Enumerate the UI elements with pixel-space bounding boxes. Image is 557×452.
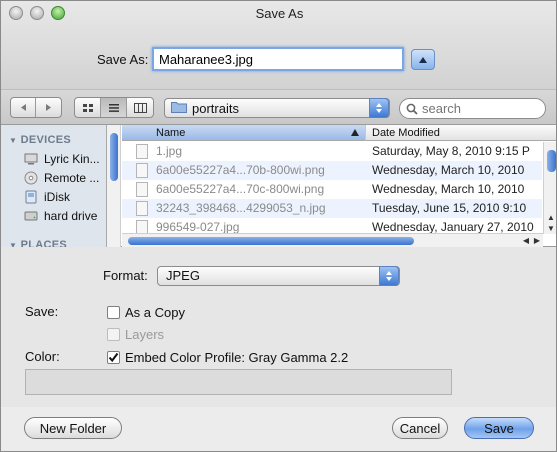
as-a-copy-checkbox[interactable]: As a Copy bbox=[107, 304, 185, 320]
file-list-vertical-scrollbar[interactable]: ▲ ▼ bbox=[543, 142, 556, 234]
scroll-right-icon[interactable]: ▶ bbox=[534, 236, 540, 245]
idisk-icon bbox=[23, 190, 39, 204]
info-box bbox=[25, 369, 452, 395]
save-label: Save: bbox=[25, 304, 59, 319]
sidebar-item-remote[interactable]: Remote ... bbox=[23, 169, 99, 187]
checkbox-box bbox=[107, 327, 120, 341]
column-view-button[interactable] bbox=[127, 98, 153, 117]
sidebar-section-devices[interactable]: ▼ DEVICES bbox=[9, 134, 71, 146]
horizontal-scroll-thumb[interactable] bbox=[128, 237, 414, 245]
grid-icon bbox=[82, 103, 93, 112]
cancel-button[interactable]: Cancel bbox=[392, 417, 448, 439]
back-button[interactable] bbox=[11, 98, 36, 117]
hard-drive-icon bbox=[23, 209, 39, 223]
forward-arrow-icon bbox=[46, 104, 51, 111]
sidebar-scroll-thumb[interactable] bbox=[110, 133, 118, 181]
forward-button[interactable] bbox=[36, 98, 61, 117]
sidebar-item-hard-drive[interactable]: hard drive bbox=[23, 207, 97, 225]
checkmark-icon bbox=[108, 352, 119, 362]
history-nav bbox=[10, 97, 62, 118]
sidebar-scrollbar[interactable] bbox=[107, 125, 121, 247]
color-label: Color: bbox=[25, 349, 60, 364]
vertical-scroll-thumb[interactable] bbox=[547, 150, 556, 172]
format-label: Format: bbox=[103, 268, 148, 283]
checkbox-box bbox=[107, 350, 120, 364]
icon-view-button[interactable] bbox=[75, 98, 101, 117]
file-icon bbox=[136, 201, 148, 216]
location-popup-arrows bbox=[369, 98, 389, 118]
folder-icon bbox=[171, 101, 187, 116]
sidebar: ▼ DEVICES Lyric Kin... Remote ... iDisk bbox=[1, 125, 107, 247]
list-icon bbox=[108, 103, 119, 112]
format-popup[interactable]: JPEG bbox=[157, 266, 400, 286]
file-list: Name Date Modified 1.jpg Saturday, May 8… bbox=[122, 125, 556, 247]
scroll-up-icon[interactable]: ▲ bbox=[547, 213, 555, 222]
location-popup[interactable]: portraits bbox=[164, 98, 390, 118]
title-bar: Save As bbox=[1, 1, 556, 27]
file-icon bbox=[136, 144, 148, 159]
location-label: portraits bbox=[192, 100, 239, 116]
sidebar-item-lyric[interactable]: Lyric Kin... bbox=[23, 150, 100, 168]
column-header-date[interactable]: Date Modified bbox=[366, 125, 556, 141]
updown-arrows-icon bbox=[376, 103, 382, 113]
table-row[interactable]: 6a00e55227a4...70b-800wi.png Wednesday, … bbox=[122, 161, 542, 180]
scroll-left-icon[interactable]: ◀ bbox=[523, 236, 529, 245]
file-icon bbox=[136, 163, 148, 178]
disc-icon bbox=[23, 171, 39, 185]
scroll-down-icon[interactable]: ▼ bbox=[547, 224, 555, 233]
save-options-panel: Format: JPEG Save: As a Copy Layers Colo… bbox=[1, 247, 556, 407]
sort-ascending-icon bbox=[351, 129, 359, 136]
sidebar-item-idisk[interactable]: iDisk bbox=[23, 188, 70, 206]
columns-icon bbox=[133, 102, 147, 113]
file-icon bbox=[136, 182, 148, 197]
save-button[interactable]: Save bbox=[464, 417, 534, 439]
search-input[interactable] bbox=[422, 101, 537, 116]
table-row[interactable]: 6a00e55227a4...70c-800wi.png Wednesday, … bbox=[122, 180, 542, 199]
format-value: JPEG bbox=[166, 268, 200, 283]
search-field[interactable] bbox=[399, 98, 546, 119]
table-row[interactable]: 32243_398468...4299053_n.jpg Tuesday, Ju… bbox=[122, 199, 542, 218]
checkbox-box bbox=[107, 305, 120, 319]
file-browser: ▼ DEVICES Lyric Kin... Remote ... iDisk bbox=[1, 125, 556, 247]
save-as-label: Save As: bbox=[97, 52, 149, 67]
list-view-button[interactable] bbox=[101, 98, 127, 117]
table-row[interactable]: 1.jpg Saturday, May 8, 2010 9:15 P bbox=[122, 142, 542, 161]
new-folder-button[interactable]: New Folder bbox=[24, 417, 122, 439]
updown-arrows-icon bbox=[386, 271, 392, 281]
save-as-dialog: Save As Save As: Maharanee3.jpg portrait… bbox=[0, 0, 557, 452]
browser-toolbar: portraits bbox=[1, 89, 556, 125]
sidebar-section-places[interactable]: ▼ PLACES bbox=[9, 239, 67, 247]
column-header-name[interactable]: Name bbox=[122, 125, 366, 141]
dialog-header: Save As Save As: bbox=[1, 1, 556, 89]
format-popup-arrows bbox=[379, 266, 399, 286]
window-title: Save As bbox=[255, 6, 304, 21]
layers-checkbox[interactable]: Layers bbox=[107, 326, 164, 342]
disclosure-triangle-icon: ▼ bbox=[9, 136, 18, 145]
file-list-horizontal-scrollbar[interactable]: ◀ ▶ bbox=[122, 233, 543, 247]
view-mode-selector bbox=[74, 97, 154, 118]
filename-input[interactable] bbox=[152, 47, 404, 71]
computer-icon bbox=[23, 152, 39, 166]
search-icon bbox=[406, 103, 418, 115]
collapse-browser-button[interactable] bbox=[411, 49, 435, 70]
embed-color-profile-checkbox[interactable]: Embed Color Profile: Gray Gamma 2.2 bbox=[107, 349, 348, 365]
back-arrow-icon bbox=[20, 104, 26, 111]
chevron-up-icon bbox=[419, 56, 427, 63]
